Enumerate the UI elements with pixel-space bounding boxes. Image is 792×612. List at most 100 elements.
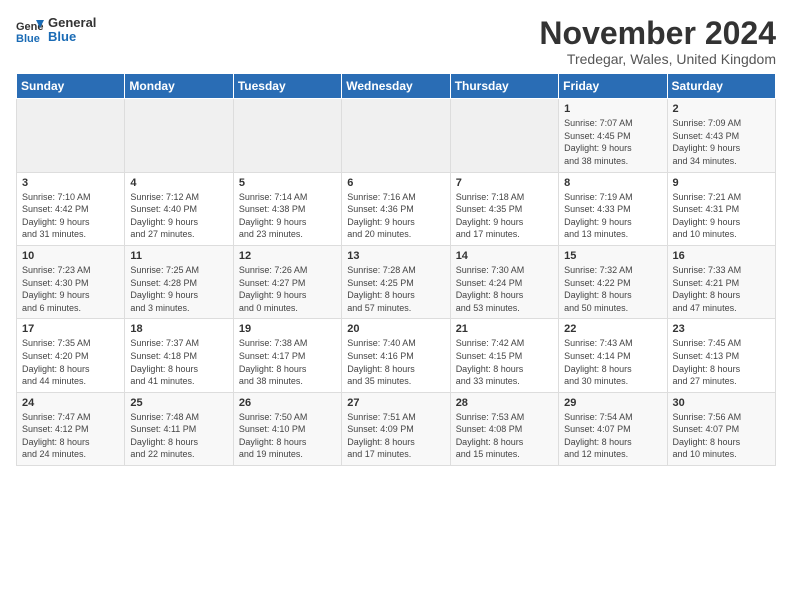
day-info: Sunrise: 7:16 AM Sunset: 4:36 PM Dayligh… (347, 191, 444, 241)
col-header-sunday: Sunday (17, 74, 125, 99)
day-info: Sunrise: 7:56 AM Sunset: 4:07 PM Dayligh… (673, 411, 770, 461)
day-info: Sunrise: 7:10 AM Sunset: 4:42 PM Dayligh… (22, 191, 119, 241)
day-info: Sunrise: 7:21 AM Sunset: 4:31 PM Dayligh… (673, 191, 770, 241)
day-cell: 4Sunrise: 7:12 AM Sunset: 4:40 PM Daylig… (125, 172, 233, 245)
day-info: Sunrise: 7:33 AM Sunset: 4:21 PM Dayligh… (673, 264, 770, 314)
day-number: 15 (564, 250, 661, 262)
day-cell (450, 99, 558, 172)
week-row-3: 10 Sunrise: 7:23 AM Sunset: 4:30 PM Dayli… (17, 245, 776, 318)
col-header-thursday: Thursday (450, 74, 558, 99)
day-info: Sunrise: 7:32 AM Sunset: 4:22 PM Dayligh… (564, 264, 661, 314)
day-number: 11 (130, 250, 227, 262)
logo: General Blue General Blue (16, 16, 96, 45)
header: General Blue General Blue November 2024 … (16, 16, 776, 67)
day-cell: 22 Sunrise: 7:43 AM Sunset: 4:14 PM Dayli… (559, 319, 667, 392)
day-cell: 28 Sunrise: 7:53 AM Sunset: 4:08 PM Dayli… (450, 392, 558, 465)
day-number: 5 (239, 177, 336, 189)
day-number: 4 (130, 177, 227, 189)
day-number: 8 (564, 177, 661, 189)
day-number: 29 (564, 397, 661, 409)
day-number: 16 (673, 250, 770, 262)
day-cell: 23 Sunrise: 7:45 AM Sunset: 4:13 PM Dayli… (667, 319, 775, 392)
day-info: Sunrise: 7:09 AM Sunset: 4:43 PM Dayligh… (673, 117, 770, 167)
day-number: 10 (22, 250, 119, 262)
title-block: November 2024 Tredegar, Wales, United Ki… (539, 16, 776, 67)
day-number: 3 (22, 177, 119, 189)
day-info: Sunrise: 7:42 AM Sunset: 4:15 PM Dayligh… (456, 337, 553, 387)
day-number: 17 (22, 323, 119, 335)
day-number: 24 (22, 397, 119, 409)
day-cell: 18 Sunrise: 7:37 AM Sunset: 4:18 PM Dayli… (125, 319, 233, 392)
day-cell (125, 99, 233, 172)
day-cell: 26Sunrise: 7:50 AM Sunset: 4:10 PM Dayli… (233, 392, 341, 465)
day-info: Sunrise: 7:38 AM Sunset: 4:17 PM Dayligh… (239, 337, 336, 387)
day-info: Sunrise: 7:47 AM Sunset: 4:12 PM Dayligh… (22, 411, 119, 461)
week-row-1: 1 Sunrise: 7:07 AM Sunset: 4:45 PM Daylig… (17, 99, 776, 172)
day-info: Sunrise: 7:30 AM Sunset: 4:24 PM Dayligh… (456, 264, 553, 314)
day-number: 22 (564, 323, 661, 335)
week-row-4: 17 Sunrise: 7:35 AM Sunset: 4:20 PM Dayli… (17, 319, 776, 392)
day-cell: 27 Sunrise: 7:51 AM Sunset: 4:09 PM Dayli… (342, 392, 450, 465)
day-cell: 24 Sunrise: 7:47 AM Sunset: 4:12 PM Dayli… (17, 392, 125, 465)
logo-line1: General (48, 16, 96, 30)
day-number: 1 (564, 103, 661, 115)
day-number: 7 (456, 177, 553, 189)
logo-line2: Blue (48, 30, 96, 44)
day-number: 2 (673, 103, 770, 115)
day-cell: 13 Sunrise: 7:28 AM Sunset: 4:25 PM Dayli… (342, 245, 450, 318)
logo-icon: General Blue (16, 16, 44, 44)
day-number: 18 (130, 323, 227, 335)
day-cell: 16 Sunrise: 7:33 AM Sunset: 4:21 PM Dayli… (667, 245, 775, 318)
day-cell (17, 99, 125, 172)
day-info: Sunrise: 7:14 AM Sunset: 4:38 PM Dayligh… (239, 191, 336, 241)
day-number: 19 (239, 323, 336, 335)
day-cell: 11 Sunrise: 7:25 AM Sunset: 4:28 PM Dayli… (125, 245, 233, 318)
day-cell: 2 Sunrise: 7:09 AM Sunset: 4:43 PM Daylig… (667, 99, 775, 172)
day-cell: 19 Sunrise: 7:38 AM Sunset: 4:17 PM Dayli… (233, 319, 341, 392)
day-cell: 17 Sunrise: 7:35 AM Sunset: 4:20 PM Dayli… (17, 319, 125, 392)
day-number: 27 (347, 397, 444, 409)
day-info: Sunrise: 7:23 AM Sunset: 4:30 PM Dayligh… (22, 264, 119, 314)
day-number: 14 (456, 250, 553, 262)
day-cell: 12Sunrise: 7:26 AM Sunset: 4:27 PM Dayli… (233, 245, 341, 318)
day-info: Sunrise: 7:19 AM Sunset: 4:33 PM Dayligh… (564, 191, 661, 241)
day-cell: 21 Sunrise: 7:42 AM Sunset: 4:15 PM Dayli… (450, 319, 558, 392)
day-number: 28 (456, 397, 553, 409)
day-cell: 9Sunrise: 7:21 AM Sunset: 4:31 PM Daylig… (667, 172, 775, 245)
day-number: 26 (239, 397, 336, 409)
day-cell: 6 Sunrise: 7:16 AM Sunset: 4:36 PM Daylig… (342, 172, 450, 245)
day-cell: 1 Sunrise: 7:07 AM Sunset: 4:45 PM Daylig… (559, 99, 667, 172)
day-cell: 10 Sunrise: 7:23 AM Sunset: 4:30 PM Dayli… (17, 245, 125, 318)
day-cell (342, 99, 450, 172)
day-cell: 5 Sunrise: 7:14 AM Sunset: 4:38 PM Daylig… (233, 172, 341, 245)
day-info: Sunrise: 7:45 AM Sunset: 4:13 PM Dayligh… (673, 337, 770, 387)
day-number: 13 (347, 250, 444, 262)
day-cell: 30Sunrise: 7:56 AM Sunset: 4:07 PM Dayli… (667, 392, 775, 465)
day-info: Sunrise: 7:37 AM Sunset: 4:18 PM Dayligh… (130, 337, 227, 387)
day-info: Sunrise: 7:51 AM Sunset: 4:09 PM Dayligh… (347, 411, 444, 461)
day-info: Sunrise: 7:26 AM Sunset: 4:27 PM Dayligh… (239, 264, 336, 314)
calendar: SundayMondayTuesdayWednesdayThursdayFrid… (16, 73, 776, 466)
day-info: Sunrise: 7:48 AM Sunset: 4:11 PM Dayligh… (130, 411, 227, 461)
day-number: 21 (456, 323, 553, 335)
day-number: 23 (673, 323, 770, 335)
day-info: Sunrise: 7:40 AM Sunset: 4:16 PM Dayligh… (347, 337, 444, 387)
week-row-2: 3 Sunrise: 7:10 AM Sunset: 4:42 PM Daylig… (17, 172, 776, 245)
day-info: Sunrise: 7:35 AM Sunset: 4:20 PM Dayligh… (22, 337, 119, 387)
day-info: Sunrise: 7:43 AM Sunset: 4:14 PM Dayligh… (564, 337, 661, 387)
day-info: Sunrise: 7:28 AM Sunset: 4:25 PM Dayligh… (347, 264, 444, 314)
col-header-tuesday: Tuesday (233, 74, 341, 99)
day-cell: 3 Sunrise: 7:10 AM Sunset: 4:42 PM Daylig… (17, 172, 125, 245)
day-info: Sunrise: 7:25 AM Sunset: 4:28 PM Dayligh… (130, 264, 227, 314)
day-info: Sunrise: 7:54 AM Sunset: 4:07 PM Dayligh… (564, 411, 661, 461)
day-info: Sunrise: 7:18 AM Sunset: 4:35 PM Dayligh… (456, 191, 553, 241)
day-info: Sunrise: 7:53 AM Sunset: 4:08 PM Dayligh… (456, 411, 553, 461)
page: General Blue General Blue November 2024 … (0, 0, 792, 612)
col-header-friday: Friday (559, 74, 667, 99)
col-header-saturday: Saturday (667, 74, 775, 99)
svg-text:Blue: Blue (16, 33, 40, 44)
day-number: 6 (347, 177, 444, 189)
calendar-header-row: SundayMondayTuesdayWednesdayThursdayFrid… (17, 74, 776, 99)
month-title: November 2024 (539, 16, 776, 51)
day-info: Sunrise: 7:07 AM Sunset: 4:45 PM Dayligh… (564, 117, 661, 167)
